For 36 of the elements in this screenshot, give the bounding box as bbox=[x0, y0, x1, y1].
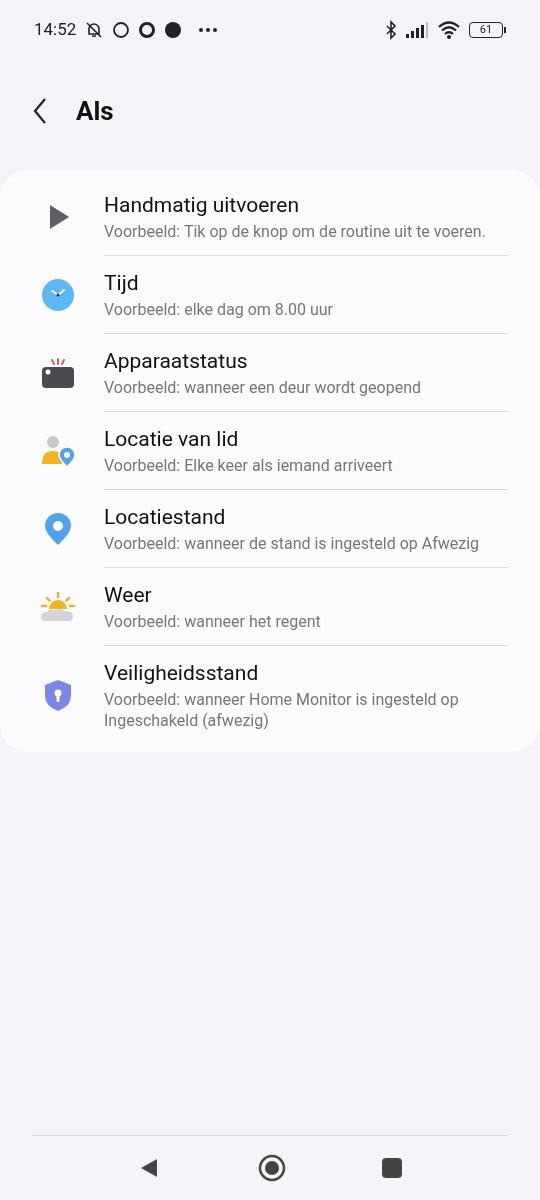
clock-icon bbox=[40, 277, 76, 313]
option-example: Voorbeeld: wanneer Home Monitor is ingesteld op Ingeschakeld (afwezig) bbox=[104, 689, 460, 731]
option-title: Weer bbox=[104, 582, 153, 609]
trigger-option[interactable]: Veiligheidsstand Voorbeeld: wanneer Home Monitor is ingesteld op Ingeschakeld (afwezig) bbox=[0, 646, 540, 744]
more-icon bbox=[198, 27, 219, 33]
option-example: Voorbeeld: wanneer een deur wordt geopend bbox=[104, 377, 423, 398]
circle-icon bbox=[112, 21, 131, 39]
device-icon bbox=[40, 355, 76, 391]
option-example: Voorbeeld: Tik op de knop om de routine uit te voeren. bbox=[104, 221, 487, 242]
signal-icon bbox=[405, 22, 429, 38]
status-time: 14:52 bbox=[34, 18, 77, 42]
trigger-option[interactable]: Weer Voorbeeld: wanneer het regent bbox=[0, 568, 540, 646]
option-title: Tijd bbox=[104, 270, 140, 297]
option-title: Locatiestand bbox=[104, 504, 227, 531]
option-title: Veiligheidsstand bbox=[104, 660, 260, 687]
option-title: Apparaatstatus bbox=[104, 348, 249, 375]
option-example: Voorbeeld: wanneer het regent bbox=[104, 611, 322, 632]
option-title: Handmatig uitvoeren bbox=[104, 192, 300, 219]
option-example: Voorbeeld: Elke keer als iemand arriveert bbox=[104, 455, 394, 476]
option-example: Voorbeeld: wanneer de stand is ingesteld op Afwezig bbox=[104, 533, 481, 554]
option-title: Locatie van lid bbox=[104, 426, 240, 453]
app-icon bbox=[164, 21, 183, 39]
recents-nav-button[interactable] bbox=[382, 1158, 402, 1178]
trigger-option[interactable]: Locatie van lid Voorbeeld: Elke keer als iemand arriveert bbox=[0, 412, 540, 490]
bluetooth-icon bbox=[385, 20, 397, 40]
home-nav-button[interactable] bbox=[258, 1154, 286, 1182]
ring-icon bbox=[138, 21, 157, 39]
trigger-option[interactable]: Tijd Voorbeeld: elke dag om 8.00 uur bbox=[0, 256, 540, 334]
battery-icon: 61 bbox=[469, 22, 506, 38]
trigger-option[interactable]: Locatiestand Voorbeeld: wanneer de stand is ingesteld op Afwezig bbox=[0, 490, 540, 568]
page-title: Als bbox=[76, 94, 114, 128]
option-example: Voorbeeld: elke dag om 8.00 uur bbox=[104, 299, 335, 320]
wifi-icon bbox=[437, 20, 461, 40]
trigger-option[interactable]: Apparaatstatus Voorbeeld: wanneer een deur wordt geopend bbox=[0, 334, 540, 412]
person-pin-icon bbox=[40, 433, 76, 469]
trigger-option[interactable]: Handmatig uitvoeren Voorbeeld: Tik op de knop om de routine uit te voeren. bbox=[0, 178, 540, 256]
